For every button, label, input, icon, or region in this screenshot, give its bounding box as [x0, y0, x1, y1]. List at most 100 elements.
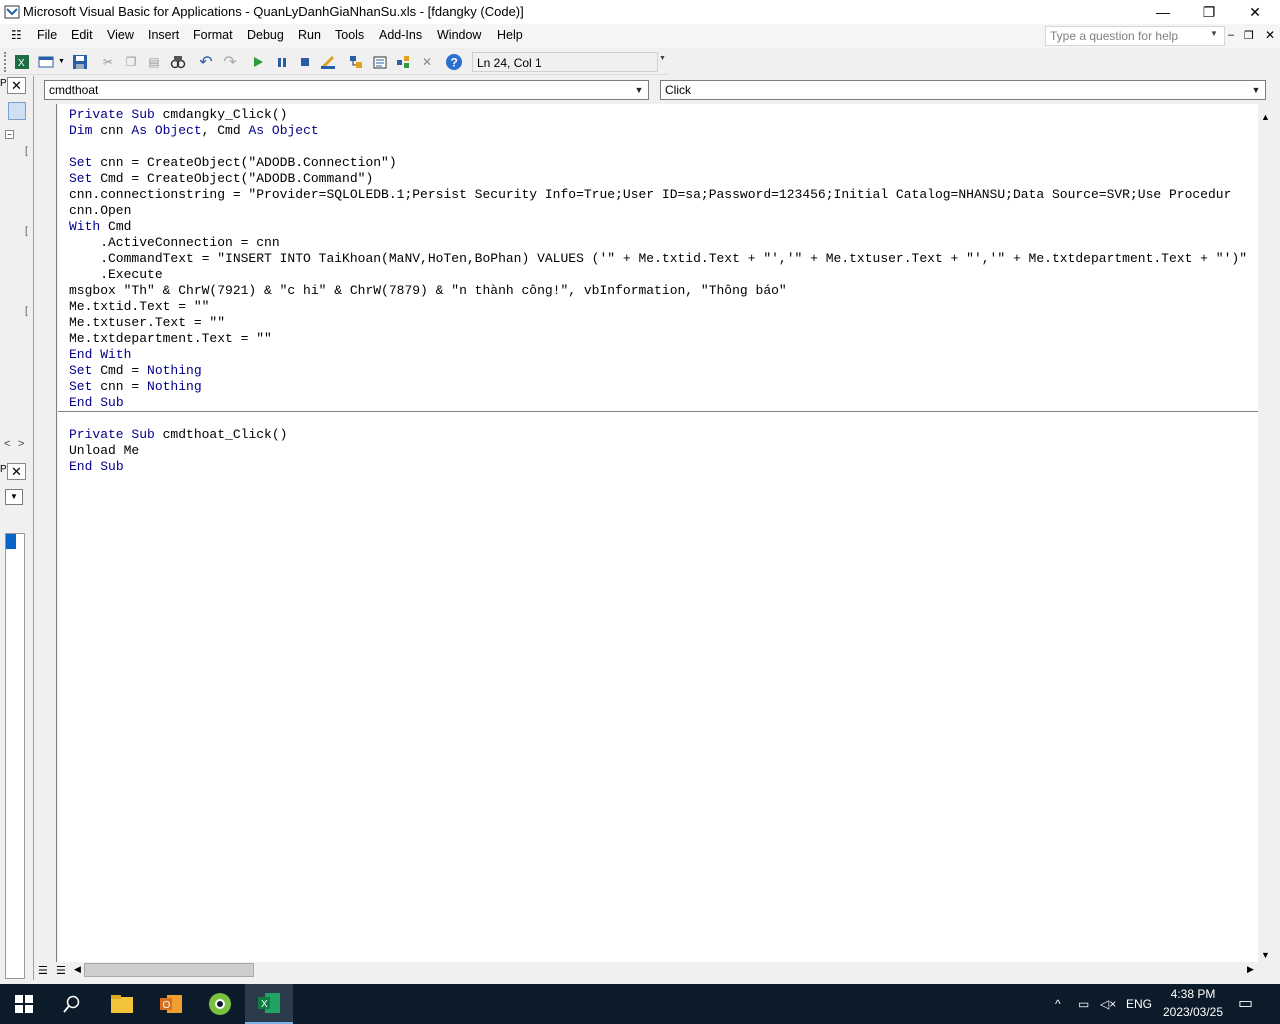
tree-item[interactable]: [: [25, 306, 28, 317]
toggle-folders-icon[interactable]: [8, 102, 26, 120]
menu-debug[interactable]: Debug: [247, 28, 284, 42]
undo-icon[interactable]: ↶: [197, 53, 215, 71]
find-icon[interactable]: [169, 53, 187, 71]
procedure-combobox[interactable]: Click: [660, 80, 1266, 100]
start-button[interactable]: [0, 984, 48, 1024]
toolbox-icon[interactable]: ✕: [418, 53, 436, 71]
chevron-down-icon[interactable]: ▼: [58, 58, 65, 65]
close-button[interactable]: ✕: [1232, 0, 1278, 24]
browser-icon[interactable]: [196, 984, 244, 1024]
svg-text:O: O: [163, 1000, 171, 1011]
clock-time[interactable]: 4:38 PM: [1163, 987, 1223, 1001]
toolbar-grip[interactable]: [4, 52, 7, 72]
scroll-right-icon[interactable]: >: [18, 438, 24, 450]
tree-item[interactable]: [: [25, 146, 28, 157]
code-line: Me.txtuser.Text = "": [69, 315, 226, 330]
properties-window-icon[interactable]: [371, 53, 389, 71]
object-browser-icon[interactable]: [394, 53, 412, 71]
notification-icon[interactable]: ▭: [1238, 993, 1253, 1013]
design-mode-icon[interactable]: [319, 53, 337, 71]
object-dropdown[interactable]: ▼: [5, 489, 23, 505]
menu-addins[interactable]: Add-Ins: [379, 28, 422, 42]
file-explorer-icon[interactable]: [98, 984, 146, 1024]
full-module-view-button[interactable]: ☰: [56, 964, 66, 977]
view-excel-icon[interactable]: X: [13, 53, 31, 71]
code-line: cnn.Open: [69, 203, 132, 218]
code-line: .Execute: [69, 267, 163, 282]
menu-insert[interactable]: Insert: [148, 28, 179, 42]
scroll-left-icon[interactable]: ◀: [74, 964, 81, 975]
chevron-down-icon[interactable]: ▼: [1210, 29, 1218, 38]
minimize-button[interactable]: —: [1140, 0, 1186, 24]
break-icon[interactable]: [273, 53, 291, 71]
close-icon[interactable]: ✕: [7, 77, 26, 94]
network-icon[interactable]: ▭: [1078, 997, 1089, 1011]
excel-taskbar-button[interactable]: X: [245, 984, 293, 1024]
properties-list-selected-item[interactable]: [6, 534, 16, 549]
cursor-position-label: Ln 24, Col 1: [472, 52, 658, 72]
clock-date[interactable]: 2023/03/25: [1160, 1005, 1226, 1019]
code-line: msgbox "Th" & ChrW(7921) & "c hi" & ChrW…: [69, 283, 787, 298]
properties-list[interactable]: [5, 533, 25, 979]
help-search-input[interactable]: Type a question for help: [1045, 26, 1225, 46]
menu-help[interactable]: Help: [497, 28, 523, 42]
tree-collapse-icon[interactable]: −: [5, 130, 14, 139]
margin-indicator-bar[interactable]: [37, 104, 57, 962]
run-icon[interactable]: [249, 53, 267, 71]
menu-view[interactable]: View: [107, 28, 134, 42]
code-line: With Cmd: [69, 219, 132, 234]
object-combobox[interactable]: cmdthoat: [44, 80, 649, 100]
vertical-scrollbar[interactable]: [1258, 104, 1276, 962]
child-restore-button[interactable]: ❐: [1244, 29, 1254, 42]
menu-edit[interactable]: Edit: [71, 28, 93, 42]
code-text[interactable]: Private Sub cmdangky_Click() Dim cnn As O…: [58, 107, 1258, 475]
code-line: .ActiveConnection = cnn: [69, 235, 280, 250]
child-minimize-button[interactable]: –: [1228, 29, 1234, 41]
insert-userform-icon[interactable]: [37, 53, 55, 71]
close-icon[interactable]: ✕: [7, 463, 26, 480]
code-line: .CommandText = "INSERT INTO TaiKhoan(MaN…: [69, 251, 1247, 266]
search-icon[interactable]: [48, 984, 96, 1024]
code-window-icon[interactable]: ☷: [11, 28, 22, 42]
code-line: Dim cnn As Object, Cmd As Object: [69, 123, 319, 138]
help-icon[interactable]: ?: [445, 53, 463, 71]
restore-button[interactable]: ❐: [1186, 0, 1232, 24]
svg-text:X: X: [261, 999, 268, 1010]
redo-icon[interactable]: ↷: [221, 53, 239, 71]
menu-file[interactable]: File: [37, 28, 57, 42]
tree-item[interactable]: [: [25, 226, 28, 237]
horizontal-scroll-thumb[interactable]: [84, 963, 254, 977]
code-line: Me.txtid.Text = "": [69, 299, 210, 314]
menu-format[interactable]: Format: [193, 28, 233, 42]
menu-tools[interactable]: Tools: [335, 28, 364, 42]
project-explorer-icon[interactable]: [347, 53, 365, 71]
chevron-down-icon[interactable]: ▼: [1249, 82, 1263, 98]
menu-window[interactable]: Window: [437, 28, 481, 42]
menu-run[interactable]: Run: [298, 28, 321, 42]
code-line: Private Sub cmdangky_Click(): [69, 107, 288, 122]
code-line: Me.txtdepartment.Text = "": [69, 331, 272, 346]
code-editor[interactable]: Private Sub cmdangky_Click() Dim cnn As O…: [58, 104, 1258, 962]
save-icon[interactable]: [71, 53, 89, 71]
window-title: Microsoft Visual Basic for Applications …: [23, 4, 524, 19]
properties-panel-title: P: [0, 464, 7, 475]
tray-chevron-icon[interactable]: ^: [1055, 997, 1061, 1011]
code-line: Set Cmd = Nothing: [69, 363, 202, 378]
scroll-down-icon[interactable]: ▼: [1261, 950, 1270, 960]
scroll-right-icon[interactable]: ▶: [1247, 964, 1254, 975]
child-close-button[interactable]: ✕: [1265, 28, 1275, 42]
svg-text:X: X: [18, 58, 25, 69]
outlook-icon[interactable]: O: [147, 984, 195, 1024]
language-indicator[interactable]: ENG: [1126, 997, 1152, 1011]
paste-icon[interactable]: ▤: [145, 53, 163, 71]
reset-icon[interactable]: [296, 53, 314, 71]
copy-icon[interactable]: ❐: [122, 53, 140, 71]
volume-icon[interactable]: ◁×: [1100, 997, 1116, 1011]
scroll-left-icon[interactable]: <: [4, 438, 10, 450]
chevron-down-icon[interactable]: ▼: [632, 82, 646, 98]
vba-app-icon: [4, 4, 20, 20]
cut-icon[interactable]: ✂: [99, 53, 117, 71]
scroll-up-icon[interactable]: ▲: [1261, 112, 1270, 122]
procedure-view-button[interactable]: ☰: [38, 964, 48, 977]
toolbar-options-icon[interactable]: ▼: [659, 55, 666, 62]
